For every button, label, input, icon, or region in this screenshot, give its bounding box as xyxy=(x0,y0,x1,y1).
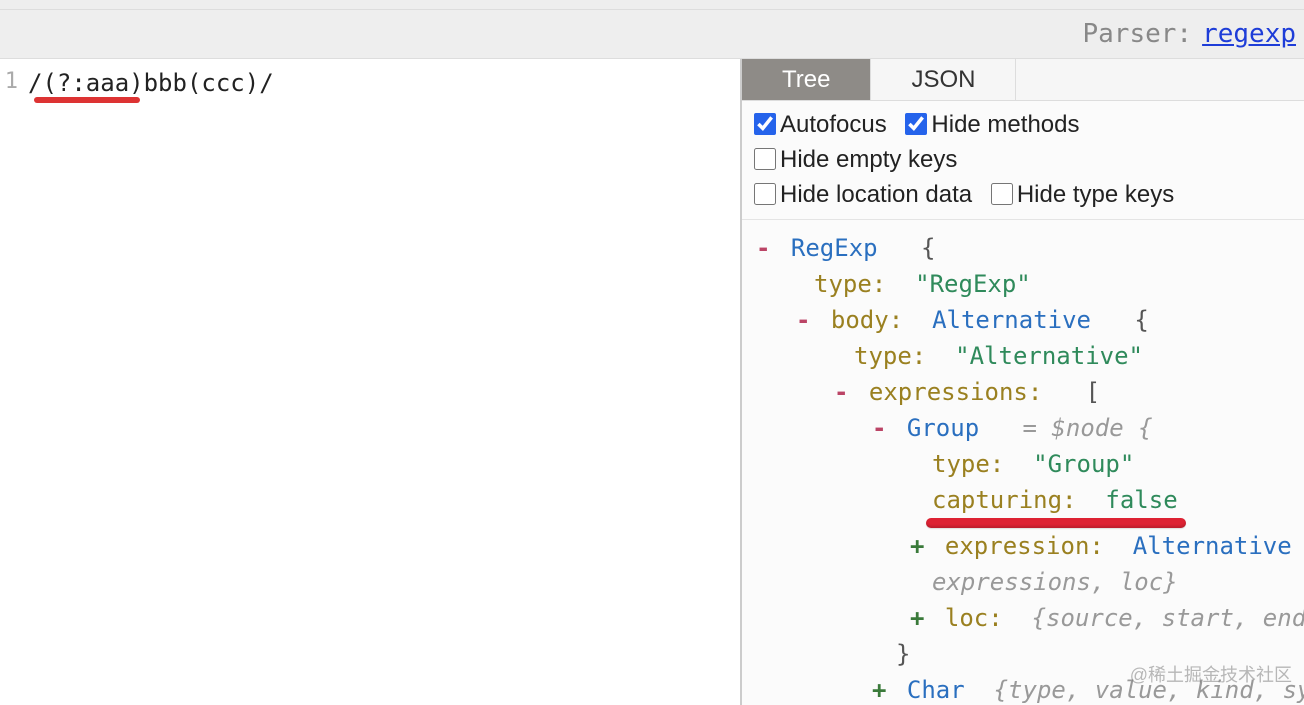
collapse-icon[interactable]: - xyxy=(756,234,770,262)
expand-icon[interactable]: + xyxy=(910,604,924,632)
opt-hide-type-keys[interactable]: Hide type keys xyxy=(991,181,1174,208)
kv-capturing: capturing: false xyxy=(756,482,1296,518)
output-tabs: Tree JSON xyxy=(742,59,1304,101)
close-brace: } xyxy=(756,636,1296,672)
autofocus-checkbox[interactable] xyxy=(754,113,776,135)
collapse-icon[interactable]: - xyxy=(834,378,848,406)
hide-type-keys-checkbox[interactable] xyxy=(991,183,1013,205)
node-char-1[interactable]: + Char {type, value, kind, symbol, c xyxy=(756,672,1296,705)
main-area: 1 /(?:aaa)bbb(ccc)/ Tree JSON Autofocus … xyxy=(0,59,1304,705)
parser-row: Parser: regexp xyxy=(0,10,1304,59)
node-expressions[interactable]: - expressions: [ xyxy=(756,374,1296,410)
kv-type-alt: type: "Alternative" xyxy=(756,338,1296,374)
node-loc[interactable]: + loc: {source, start, end} xyxy=(756,600,1296,636)
expand-icon[interactable]: + xyxy=(872,676,886,704)
hide-empty-keys-checkbox[interactable] xyxy=(754,148,776,170)
code-editor[interactable]: 1 /(?:aaa)bbb(ccc)/ xyxy=(0,59,742,705)
tab-tree[interactable]: Tree xyxy=(742,59,871,100)
opt-hide-location[interactable]: Hide location data xyxy=(754,181,972,208)
collapse-icon[interactable]: - xyxy=(872,414,886,442)
kv-type-group: type: "Group" xyxy=(756,446,1296,482)
output-panel: Tree JSON Autofocus Hide methods Hide em… xyxy=(742,59,1304,705)
tab-json[interactable]: JSON xyxy=(871,59,1016,100)
hide-location-checkbox[interactable] xyxy=(754,183,776,205)
opt-hide-methods[interactable]: Hide methods xyxy=(905,111,1079,138)
expand-icon[interactable]: + xyxy=(910,532,924,560)
parser-label: Parser: xyxy=(1083,19,1193,49)
top-toolbar xyxy=(0,0,1304,10)
hide-methods-checkbox[interactable] xyxy=(905,113,927,135)
opt-autofocus[interactable]: Autofocus xyxy=(754,111,887,138)
options-row: Autofocus Hide methods Hide empty keys H… xyxy=(742,101,1304,220)
kv-type: type: "RegExp" xyxy=(756,266,1296,302)
node-expression-cont: expressions, loc} xyxy=(756,564,1296,600)
collapse-icon[interactable]: - xyxy=(796,306,810,334)
node-group[interactable]: - Group = $node { xyxy=(756,410,1296,446)
annotation-underline-1 xyxy=(34,97,140,103)
node-expression[interactable]: + expression: Alternative {type, xyxy=(756,528,1296,564)
parser-link[interactable]: regexp xyxy=(1202,19,1296,49)
node-regexp[interactable]: - RegExp { xyxy=(756,230,1296,266)
ast-tree[interactable]: - RegExp { type: "RegExp" - body: Altern… xyxy=(742,220,1304,705)
code-content[interactable]: /(?:aaa)bbb(ccc)/ xyxy=(28,69,274,97)
line-number: 1 xyxy=(0,69,24,94)
annotation-underline-2 xyxy=(926,518,1186,528)
node-body[interactable]: - body: Alternative { xyxy=(756,302,1296,338)
opt-hide-empty-keys[interactable]: Hide empty keys xyxy=(754,146,957,173)
